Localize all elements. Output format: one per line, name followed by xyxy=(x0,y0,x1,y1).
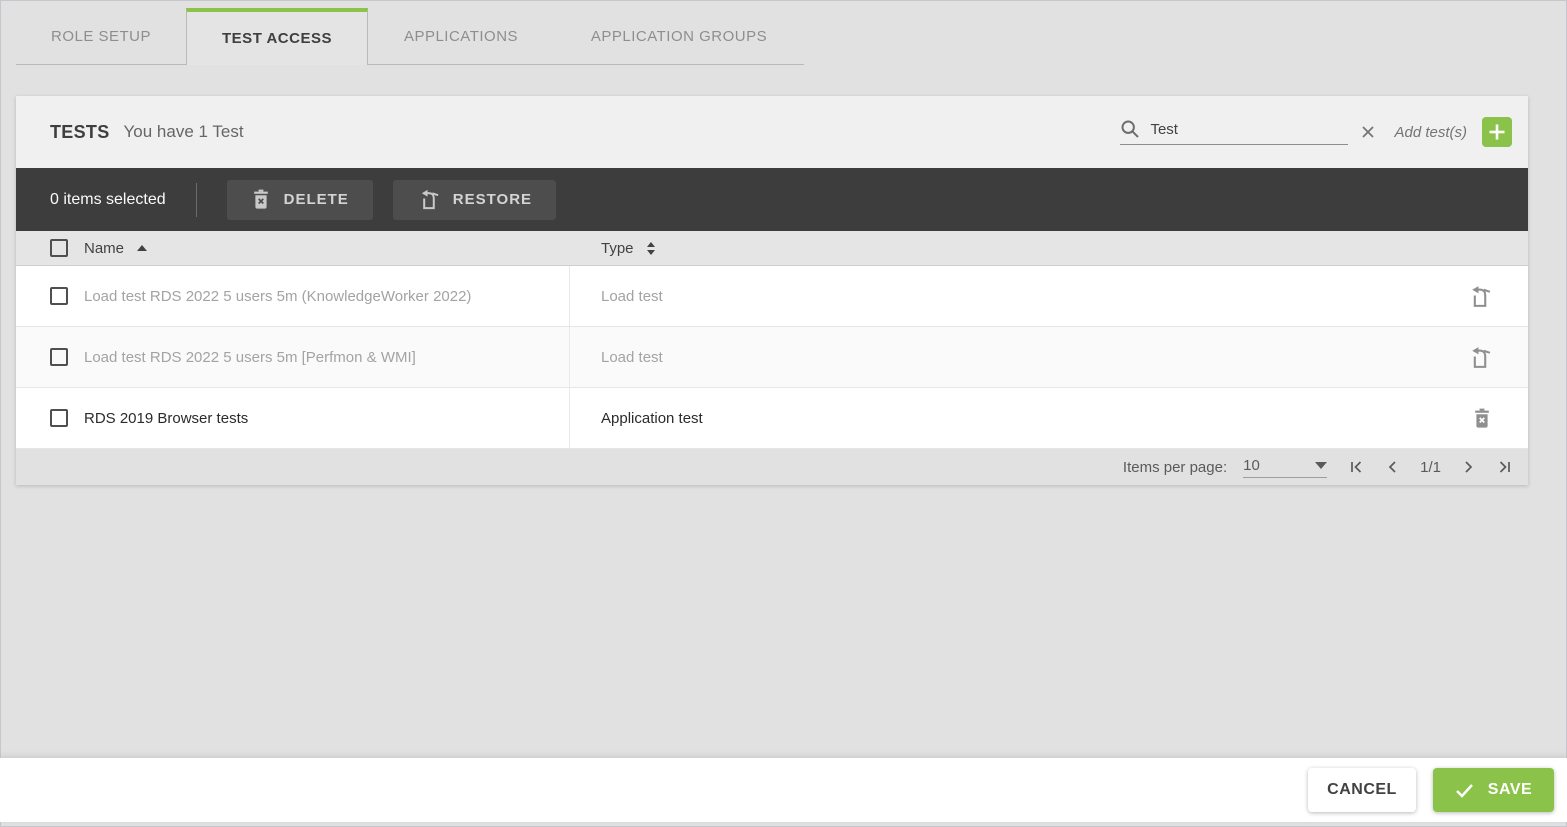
select-all-checkbox[interactable] xyxy=(50,239,68,257)
items-per-page-value: 10 xyxy=(1243,457,1260,474)
test-type: Application test xyxy=(601,410,703,427)
row-delete-button[interactable] xyxy=(1472,408,1492,429)
table-row: Load test RDS 2022 5 users 5m [Perfmon &… xyxy=(16,327,1528,388)
tab-label: ROLE SETUP xyxy=(51,28,151,45)
first-page-button[interactable] xyxy=(1349,460,1364,474)
tab-application-groups[interactable]: APPLICATION GROUPS xyxy=(554,8,804,65)
tab-bar: ROLE SETUP TEST ACCESS APPLICATIONS APPL… xyxy=(16,8,804,65)
footer-action-bar: CANCEL SAVE xyxy=(0,758,1567,822)
restore-button[interactable]: RESTORE xyxy=(393,180,556,220)
tab-label: TEST ACCESS xyxy=(222,30,332,47)
add-tests-label: Add test(s) xyxy=(1394,124,1467,141)
search-input[interactable] xyxy=(1150,121,1348,138)
tests-panel-header: TESTS You have 1 Test Add test(s) xyxy=(16,96,1528,168)
tab-role-setup[interactable]: ROLE SETUP xyxy=(16,8,186,65)
test-name: RDS 2019 Browser tests xyxy=(84,410,248,427)
trash-x-icon xyxy=(251,189,271,210)
add-test-button[interactable] xyxy=(1482,117,1512,147)
row-restore-button[interactable] xyxy=(1467,345,1492,370)
column-header-name[interactable]: Name xyxy=(84,240,147,257)
page-info: 1/1 xyxy=(1420,459,1441,476)
restore-icon xyxy=(417,188,440,211)
row-checkbox[interactable] xyxy=(50,348,68,366)
last-page-button[interactable] xyxy=(1497,460,1512,474)
column-name-label: Name xyxy=(84,240,124,257)
test-type: Load test xyxy=(601,349,663,366)
restore-button-label: RESTORE xyxy=(453,191,532,208)
items-per-page-label: Items per page: xyxy=(1123,459,1227,476)
test-name: Load test RDS 2022 5 users 5m [Perfmon &… xyxy=(84,349,416,366)
tests-panel: TESTS You have 1 Test Add test(s) 0 item… xyxy=(16,96,1528,485)
save-button[interactable]: SAVE xyxy=(1433,768,1554,812)
tab-label: APPLICATION GROUPS xyxy=(591,28,767,45)
sort-ascending-icon xyxy=(137,245,147,251)
bulk-action-toolbar: 0 items selected DELETE xyxy=(16,168,1528,231)
items-per-page-select[interactable]: 10 xyxy=(1243,457,1327,478)
delete-button[interactable]: DELETE xyxy=(227,180,373,220)
table-header-row: Name Type xyxy=(16,231,1528,266)
test-type: Load test xyxy=(601,288,663,305)
row-restore-button[interactable] xyxy=(1467,284,1492,309)
panel-subtitle: You have 1 Test xyxy=(124,122,244,142)
search-icon xyxy=(1120,119,1140,139)
table-body: Load test RDS 2022 5 users 5m (Knowledge… xyxy=(16,266,1528,449)
cancel-button[interactable]: CANCEL xyxy=(1308,768,1416,812)
sort-both-icon xyxy=(647,242,655,255)
selected-count-text: 0 items selected xyxy=(50,191,166,209)
toolbar-divider xyxy=(196,183,197,217)
panel-title: TESTS xyxy=(50,122,110,143)
checkmark-icon xyxy=(1455,783,1474,798)
next-page-button[interactable] xyxy=(1463,460,1475,474)
plus-icon xyxy=(1488,123,1506,141)
previous-page-button[interactable] xyxy=(1386,460,1398,474)
delete-button-label: DELETE xyxy=(284,191,349,208)
row-checkbox[interactable] xyxy=(50,287,68,305)
tab-applications[interactable]: APPLICATIONS xyxy=(368,8,554,65)
test-name: Load test RDS 2022 5 users 5m (Knowledge… xyxy=(84,288,471,305)
chevron-down-icon xyxy=(1315,462,1327,469)
test-access-page: { "tabs": [ { "label": "ROLE SETUP", "ac… xyxy=(0,0,1567,827)
table-row: RDS 2019 Browser tests Application test xyxy=(16,388,1528,449)
tab-test-access[interactable]: TEST ACCESS xyxy=(186,8,368,65)
search-box xyxy=(1120,119,1348,145)
tab-label: APPLICATIONS xyxy=(404,28,518,45)
save-button-label: SAVE xyxy=(1488,781,1532,799)
column-type-label: Type xyxy=(601,240,634,257)
clear-search-icon[interactable] xyxy=(1360,124,1376,140)
column-header-type[interactable]: Type xyxy=(601,240,655,257)
row-checkbox[interactable] xyxy=(50,409,68,427)
table-row: Load test RDS 2022 5 users 5m (Knowledge… xyxy=(16,266,1528,327)
pagination-bar: Items per page: 10 1/1 xyxy=(16,449,1528,485)
